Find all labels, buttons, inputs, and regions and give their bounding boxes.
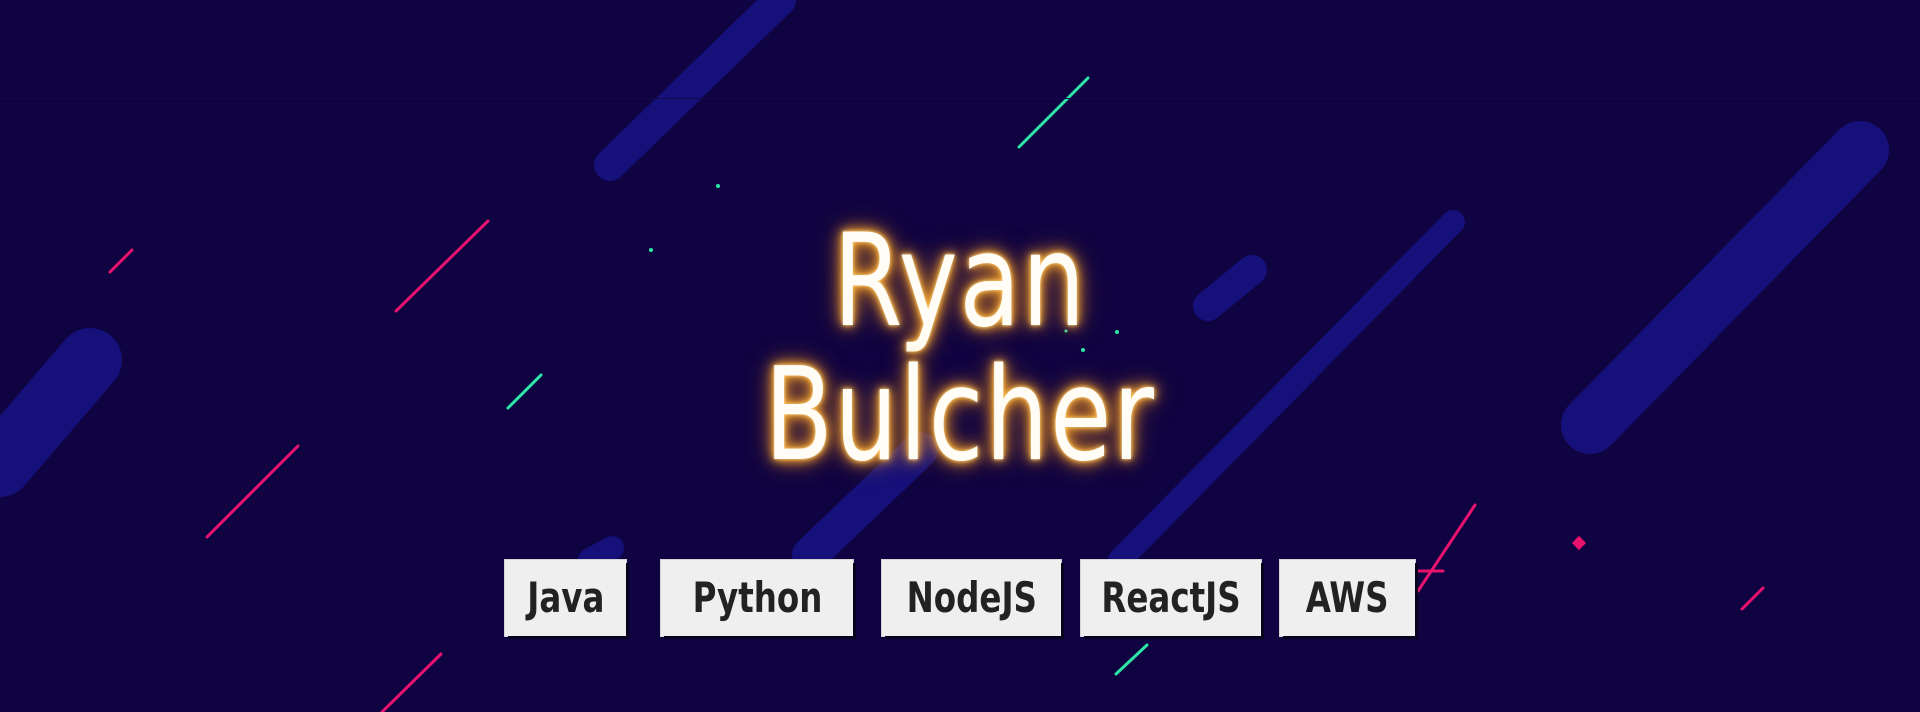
skill-badge-reactjs[interactable]: ReactJS — [1081, 560, 1261, 636]
skill-label: ReactJS — [1101, 573, 1241, 622]
green-streak — [1114, 643, 1149, 676]
green-streak — [1017, 76, 1090, 149]
skill-label: Java — [526, 573, 605, 622]
bg-stripe — [1561, 121, 1889, 454]
green-dot — [716, 184, 720, 188]
pink-diamond — [1571, 535, 1587, 551]
green-dot — [1115, 330, 1119, 334]
hero-first-name: Ryan — [833, 207, 1087, 356]
pink-streak — [108, 248, 134, 274]
skill-badge-nodejs[interactable]: NodeJS — [882, 560, 1061, 636]
bg-stripe — [1193, 255, 1267, 321]
bg-stripe — [1108, 210, 1465, 572]
header-divider — [0, 98, 1920, 99]
pink-streak — [205, 444, 300, 539]
hero-last-name: Bulcher — [764, 341, 1156, 490]
skill-label: NodeJS — [906, 573, 1037, 622]
bg-stripe — [0, 328, 122, 497]
skill-badge-python[interactable]: Python — [661, 560, 853, 636]
bg-stripe — [594, 0, 796, 181]
pink-streak — [394, 219, 490, 313]
skill-badge-java[interactable]: Java — [505, 560, 626, 636]
hero-banner: Ryan Bulcher Java Python NodeJS ReactJS … — [0, 0, 1920, 712]
green-dot — [649, 248, 653, 252]
skill-badge-aws[interactable]: AWS — [1280, 560, 1415, 636]
pink-streak — [380, 652, 443, 712]
green-streak — [506, 373, 543, 410]
pink-streak — [1416, 503, 1477, 593]
pink-streak — [1740, 586, 1765, 611]
bg-stripe — [578, 536, 624, 572]
skill-label: Python — [692, 573, 822, 622]
skill-label: AWS — [1306, 573, 1389, 622]
